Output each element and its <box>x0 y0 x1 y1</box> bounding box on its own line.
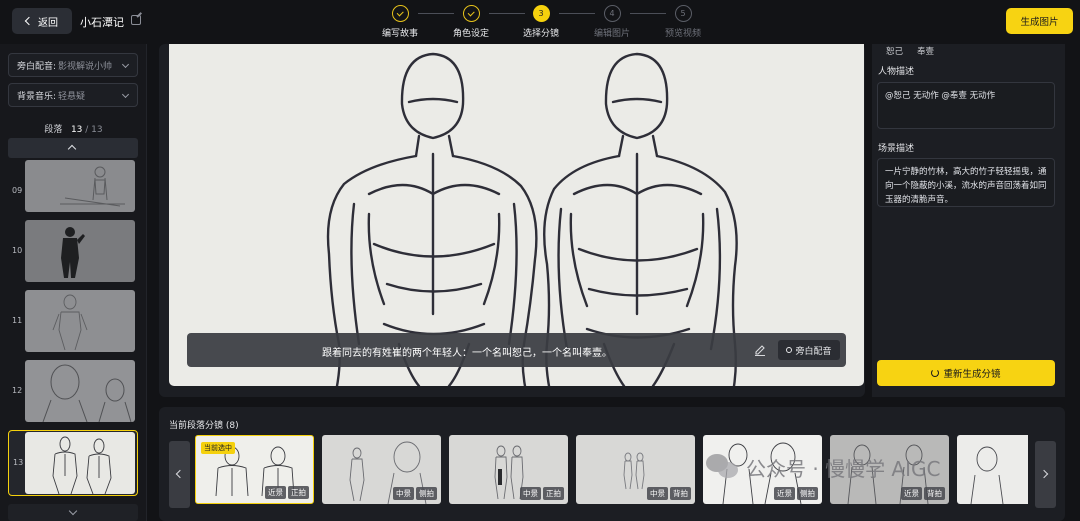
shot-tag: 背拍 <box>924 487 945 500</box>
shot-strip-title: 当前段落分镜 (8) <box>169 421 239 431</box>
segment-item-selected[interactable]: 13 <box>8 430 138 496</box>
step-label: 编写故事 <box>381 29 418 39</box>
segment-thumbnail <box>25 360 135 422</box>
shot-card[interactable]: 中景 侧拍 <box>322 435 441 504</box>
step-number: 4 <box>603 5 621 22</box>
step-label: 选择分镜 <box>522 29 559 39</box>
strip-next-button[interactable] <box>1035 441 1056 508</box>
shot-tags: 近景 背拍 <box>901 487 945 500</box>
paragraph-current: 13 <box>70 125 83 135</box>
segment-number: 09 <box>12 186 23 195</box>
step-edit-image[interactable]: 4 编辑图片 <box>582 5 642 39</box>
shot-card[interactable]: 近景 侧拍 <box>703 435 822 504</box>
step-select-storyboard[interactable]: 3 选择分镜 <box>511 5 571 39</box>
scroll-down-button[interactable] <box>8 504 138 521</box>
shot-tag: 近景 <box>774 487 795 500</box>
step-label: 角色设定 <box>452 29 489 39</box>
shot-tag: 中景 <box>520 487 541 500</box>
shot-card[interactable]: 中景 背拍 <box>576 435 695 504</box>
narration-button[interactable]: 旁白配音 <box>778 340 840 360</box>
step-label: 预览视频 <box>664 29 701 39</box>
shot-tag: 近景 <box>901 487 922 500</box>
shot-tag: 侧拍 <box>797 487 818 500</box>
shot-card[interactable]: 中景 正拍 <box>449 435 568 504</box>
step-number: 5 <box>674 5 692 22</box>
character-chips: 恕己 奉壹 <box>886 45 934 57</box>
segment-thumbnail <box>25 290 135 352</box>
top-bar: 返回 小石潭记 编写故事 角色设定 3 选择分镜 4 编辑图片 5 预览视频 生… <box>0 0 1080 44</box>
shot-card[interactable] <box>957 435 1028 504</box>
narration-voice-select[interactable]: 旁白配音: 影视解说小帅 <box>8 53 138 77</box>
character-chip[interactable]: 奉壹 <box>917 45 934 57</box>
segment-thumbnail <box>25 432 135 494</box>
music-key: 背景音乐: <box>17 91 57 102</box>
step-preview-video[interactable]: 5 预览视频 <box>653 5 713 39</box>
segment-number: 10 <box>12 246 23 255</box>
shot-tag: 中景 <box>647 487 668 500</box>
caption-text[interactable]: 跟着同去的有姓崔的两个年轻人：一个名叫恕己，一个名叫奉壹。 <box>187 344 747 359</box>
segment-item[interactable]: 09 <box>8 160 138 224</box>
strip-prev-button[interactable] <box>169 441 190 508</box>
current-selected-badge: 当前选中 <box>201 442 235 454</box>
scene-description-field[interactable]: 一片宁静的竹林，高大的竹子轻轻摇曳，通向一个隐蔽的小溪，流水的声音回荡着如同玉器… <box>877 158 1055 207</box>
step-write-story[interactable]: 编写故事 <box>370 5 430 39</box>
shot-tag: 正拍 <box>288 486 309 499</box>
paragraph-total: / 13 <box>85 125 103 135</box>
scene-description-label: 场景描述 <box>878 144 915 154</box>
segment-thumbnail <box>25 160 135 212</box>
paragraph-counter: 段落 13 / 13 <box>0 122 147 135</box>
back-button[interactable]: 返回 <box>12 8 72 34</box>
regenerate-storyboard-button[interactable]: 重新生成分镜 <box>877 360 1055 386</box>
check-icon <box>391 5 409 22</box>
segment-number: 13 <box>13 458 24 467</box>
segment-number: 12 <box>12 386 23 395</box>
edit-title-icon[interactable] <box>131 15 141 25</box>
back-label: 返回 <box>38 17 58 29</box>
music-value: 轻悬疑 <box>58 91 86 102</box>
character-description-field[interactable]: @恕己 无动作 @奉壹 无动作 <box>877 82 1055 129</box>
scroll-up-button[interactable] <box>8 138 138 158</box>
refresh-icon <box>931 369 940 377</box>
paragraph-label: 段落 <box>44 125 63 135</box>
shot-tag: 背拍 <box>670 487 691 500</box>
chevron-down-icon <box>121 90 130 99</box>
step-number: 3 <box>532 5 550 22</box>
segment-number: 11 <box>12 316 23 325</box>
edit-caption-icon[interactable] <box>753 343 767 357</box>
shot-tags: 近景 正拍 <box>265 486 309 499</box>
narration-button-label: 旁白配音 <box>795 346 832 357</box>
segment-item[interactable]: 10 <box>8 220 138 284</box>
generate-image-button[interactable]: 生成图片 <box>1006 8 1073 34</box>
shot-details-panel: 恕己 奉壹 人物描述 @恕己 无动作 @奉壹 无动作 场景描述 一片宁静的竹林，… <box>872 44 1065 397</box>
character-description-label: 人物描述 <box>878 67 915 77</box>
shot-tag: 正拍 <box>543 487 564 500</box>
step-label: 编辑图片 <box>593 29 630 39</box>
shot-tags: 中景 背拍 <box>647 487 691 500</box>
segment-item[interactable]: 12 <box>8 360 138 424</box>
shot-list: 当前选中 近景 正拍 中景 侧拍 中景 正拍 中景 背拍 近景 侧拍 近景 背拍 <box>195 435 1028 504</box>
segment-thumbnail <box>25 220 135 282</box>
shot-tag: 中景 <box>393 487 414 500</box>
check-icon <box>462 5 480 22</box>
shot-card-selected[interactable]: 当前选中 近景 正拍 <box>195 435 314 504</box>
chevron-down-icon <box>121 60 130 69</box>
chevron-left-icon <box>24 16 34 26</box>
shot-tag: 侧拍 <box>416 487 437 500</box>
shot-tag: 近景 <box>265 486 286 499</box>
step-character-setup[interactable]: 角色设定 <box>441 5 501 39</box>
segment-item[interactable]: 11 <box>8 290 138 354</box>
audio-icon <box>786 347 793 353</box>
narration-value: 影视解说小帅 <box>58 61 113 72</box>
shot-card[interactable]: 近景 背拍 <box>830 435 949 504</box>
character-chip[interactable]: 恕己 <box>886 45 903 57</box>
shot-tags: 中景 正拍 <box>520 487 564 500</box>
background-music-select[interactable]: 背景音乐: 轻悬疑 <box>8 83 138 107</box>
narration-key: 旁白配音: <box>17 61 57 72</box>
shot-tags: 中景 侧拍 <box>393 487 437 500</box>
caption-bar: 跟着同去的有姓崔的两个年轻人：一个名叫恕己，一个名叫奉壹。 旁白配音 <box>187 333 846 367</box>
project-title: 小石潭记 <box>80 16 124 29</box>
regenerate-label: 重新生成分镜 <box>943 369 1001 380</box>
shot-tags: 近景 侧拍 <box>774 487 818 500</box>
